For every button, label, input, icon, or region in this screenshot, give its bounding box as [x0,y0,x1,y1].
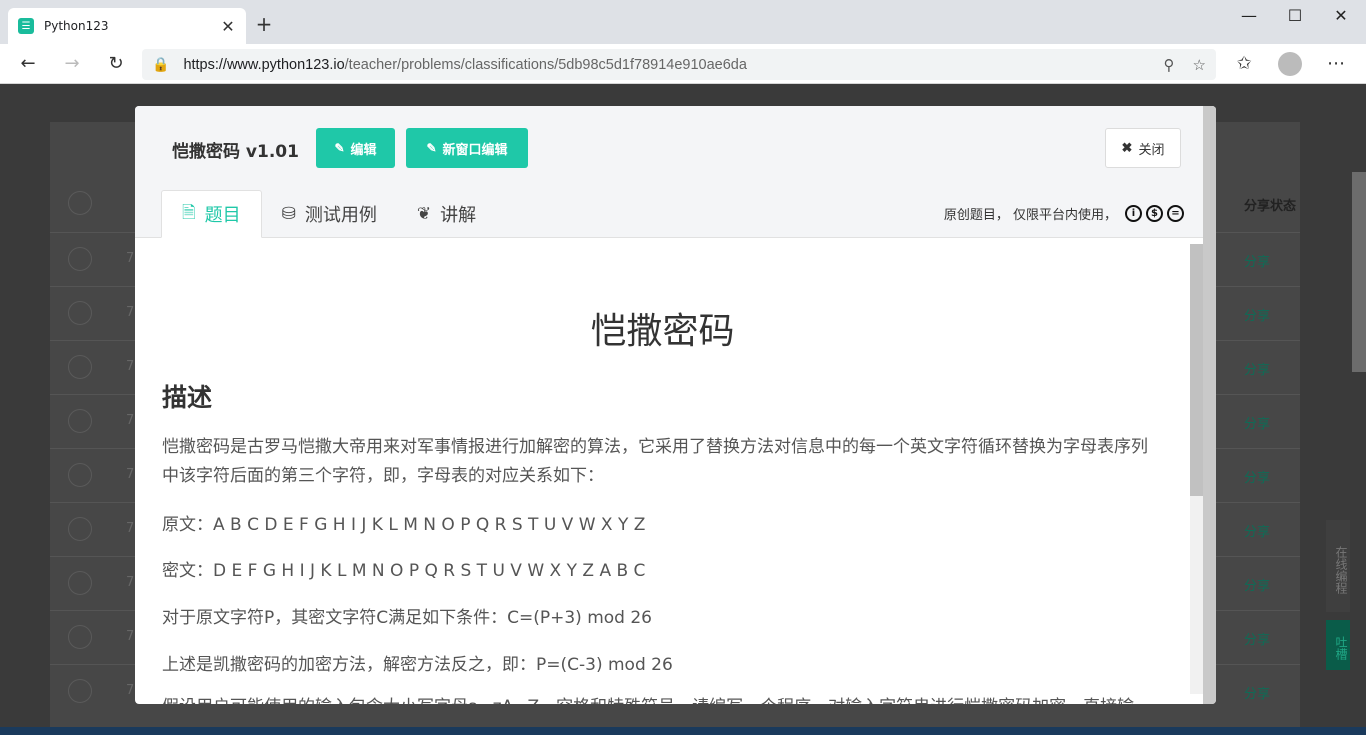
encrypt-formula: 对于原文字符P，其密文字符C满足如下条件：C=(P+3) mod 26 [162,608,653,628]
bg-row-checkbox [68,409,92,433]
bg-share-link: 分享 [1244,416,1271,431]
cc-nd-icon: = [1167,205,1184,222]
modal-header: 恺撒密码 v1.01 ✎ 编辑 ✎ 新窗口编辑 ✖ 关闭 🗎 题目 ⛁ 测试用例… [135,106,1216,238]
tab-explanation[interactable]: ❦ 讲解 [397,190,496,238]
bg-row-id: 7 [126,359,135,374]
bg-share-link: 分享 [1244,524,1271,539]
bg-share-link: 分享 [1244,578,1271,593]
bg-share-link: 分享 [1244,686,1271,701]
bg-share-link: 分享 [1244,470,1271,485]
new-window-edit-button[interactable]: ✎ 新窗口编辑 [406,128,528,168]
bg-row-checkbox [68,463,92,487]
edit-button-label: 编辑 [350,141,377,157]
favorite-star-icon[interactable]: ☆ [1193,56,1206,74]
tab-close-icon[interactable]: ✕ [220,17,236,36]
cc-by-icon: i [1125,205,1142,222]
url-text: https://www.python123.io/teacher/problem… [183,56,747,73]
license-text: 原创题目， 仅限平台内使用， [943,208,1117,223]
python123-favicon-icon: ☰ [18,18,34,34]
bg-row-checkbox [68,679,92,703]
tab-problem-label: 题目 [204,205,241,226]
bg-row-checkbox [68,571,92,595]
bg-share-link: 分享 [1244,632,1271,647]
address-bar[interactable]: 🔒 https://www.python123.io/teacher/probl… [142,49,1216,80]
edit-button[interactable]: ✎ 编辑 [316,128,395,168]
description-heading: 描述 [162,383,213,412]
close-icon: ✖ [1121,140,1133,155]
edit-icon: ✎ [334,141,345,155]
browser-tab-bar: ☰ Python123 ✕ + — ☐ ✕ [0,0,1366,44]
lock-icon: 🔒 [152,56,170,73]
bg-share-link: 分享 [1244,254,1271,269]
problem-modal: 恺撒密码 v1.01 ✎ 编辑 ✎ 新窗口编辑 ✖ 关闭 🗎 题目 ⛁ 测试用例… [135,106,1216,704]
bg-row-id: 7 [126,305,135,320]
modal-tabs: 🗎 题目 ⛁ 测试用例 ❦ 讲解 [161,190,496,238]
bg-row-checkbox [68,517,92,541]
bg-row-checkbox [68,355,92,379]
bg-row-checkbox [68,247,92,271]
bg-select-all-checkbox [68,191,92,215]
new-window-edit-label: 新窗口编辑 [442,141,508,157]
close-button-label: 关闭 [1138,141,1165,157]
problem-title: 恺撒密码 [590,311,735,352]
plaintext-alphabet: 原文：A B C D E F G H I J K L M N O P Q R S… [162,515,646,535]
license-notice: 原创题目， 仅限平台内使用， i $ = [944,204,1184,223]
maximize-icon[interactable]: ☐ [1272,6,1318,25]
browser-toolbar: ← → ↻ 🔒 https://www.python123.io/teacher… [0,44,1366,84]
tab-test-cases[interactable]: ⛁ 测试用例 [262,190,397,238]
bg-share-link: 分享 [1244,362,1271,377]
bg-row-id: 7 [126,413,135,428]
tab-problem[interactable]: 🗎 题目 [161,190,262,238]
minimize-icon[interactable]: — [1226,6,1272,25]
bg-share-status-header: 分享状态 [1244,199,1297,214]
bg-share-link: 分享 [1244,308,1271,323]
ciphertext-alphabet: 密文：D E F G H I J K L M N O P Q R S T U V… [162,561,646,581]
window-close-icon[interactable]: ✕ [1318,6,1364,25]
bg-row-id: 7 [126,683,135,698]
modal-title: 恺撒密码 v1.01 [172,142,299,162]
new-tab-icon[interactable]: + [252,12,276,36]
page-scrollbar-thumb[interactable] [1352,172,1366,372]
browser-tab-title: Python123 [44,19,109,33]
os-taskbar [0,727,1366,735]
tab-explanation-label: 讲解 [440,205,477,226]
more-menu-icon[interactable]: ⋯ [1322,52,1350,76]
bg-row-checkbox [68,625,92,649]
content-scrollbar-thumb[interactable] [1190,244,1203,496]
tab-test-cases-label: 测试用例 [304,205,377,226]
problem-content: 恺撒密码 描述 恺撒密码是古罗马恺撒大帝用来对军事情报进行加解密的算法，它采用了… [135,238,1190,704]
feedback-side-tab[interactable]: 吐槽 [1326,620,1350,670]
file-text-icon: 🗎 [182,202,196,223]
decrypt-formula: 上述是凯撒密码的加密方法，解密方法反之，即：P=(C-3) mod 26 [162,655,673,675]
modal-outer-scrollbar[interactable] [1203,106,1216,704]
forward-arrow-icon[interactable]: → [58,52,86,76]
bg-row-id: 7 [126,467,135,482]
leaf-icon: ❦ [416,204,432,224]
description-paragraph: 恺撒密码是古罗马恺撒大帝用来对军事情报进行加解密的算法，它采用了替换方法对信息中… [162,437,1148,486]
online-coding-side-tab[interactable]: 在线编程 [1326,520,1350,612]
browser-tab[interactable]: ☰ Python123 ✕ [8,8,246,44]
refresh-icon[interactable]: ↻ [102,52,130,76]
bg-row-id: 7 [126,575,135,590]
profile-avatar-icon[interactable] [1278,52,1302,76]
cc-nc-icon: $ [1146,205,1163,222]
close-button[interactable]: ✖ 关闭 [1105,128,1181,168]
bg-row-checkbox [68,301,92,325]
zoom-icon[interactable]: ⚲ [1164,56,1175,74]
back-arrow-icon[interactable]: ← [14,52,42,76]
cubes-icon: ⛁ [281,204,296,224]
favorites-list-icon[interactable]: ✩ [1230,52,1258,76]
bg-row-id: 7 [126,251,135,266]
bg-row-id: 7 [126,629,135,644]
bg-row-id: 7 [126,521,135,536]
edit-icon: ✎ [426,141,437,155]
input-requirement-paragraph: 假设用户可能使用的输入包含大小写字母a~zA~Z、空格和特殊符号，请编写一个程序… [162,693,1162,704]
